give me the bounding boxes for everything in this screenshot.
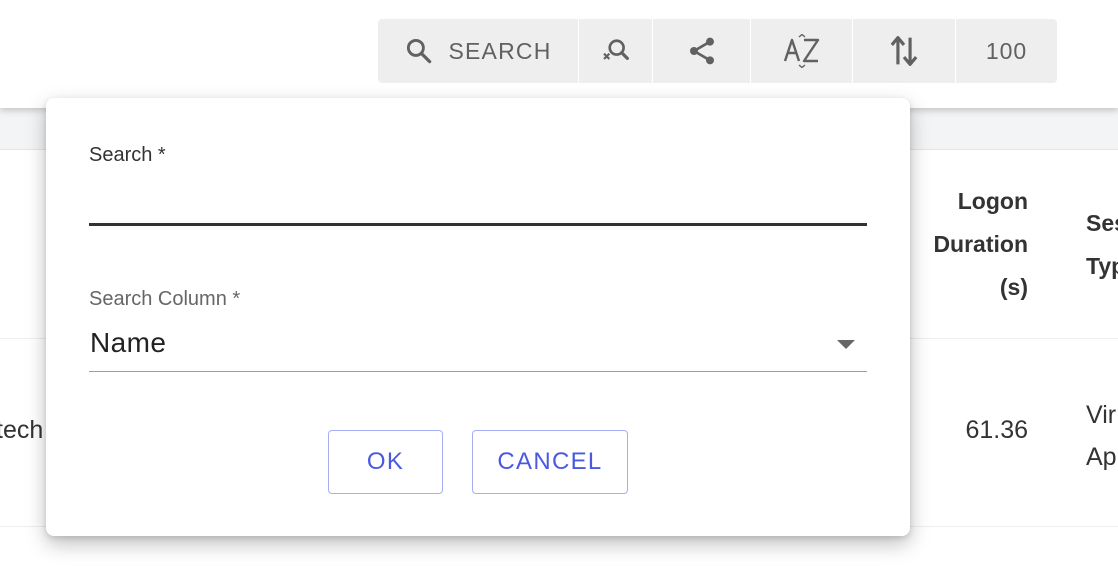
dropdown-arrow-icon bbox=[837, 340, 855, 349]
clear-search-button[interactable] bbox=[579, 19, 653, 83]
sort-az-button[interactable] bbox=[751, 19, 853, 83]
page-size-button[interactable]: 100 bbox=[956, 19, 1057, 83]
cell-name: tech bbox=[0, 416, 44, 444]
header-line: Ses bbox=[1086, 210, 1118, 236]
share-button[interactable] bbox=[653, 19, 751, 83]
sort-az-icon bbox=[783, 34, 819, 68]
search-column-select[interactable]: Name bbox=[89, 322, 867, 372]
header-line: Typ bbox=[1086, 253, 1118, 279]
search-column-label: Search Column * bbox=[89, 288, 241, 310]
search-input[interactable] bbox=[89, 178, 867, 226]
search-column-value: Name bbox=[90, 327, 167, 358]
page-size-value: 100 bbox=[985, 37, 1028, 64]
cancel-button[interactable]: CANCEL bbox=[472, 430, 628, 494]
search-dialog: Search * Search Column * Name OK CANCEL bbox=[46, 98, 910, 536]
cell-line: Ap bbox=[1086, 443, 1117, 471]
toolbar: SEARCH 100 bbox=[378, 19, 1057, 83]
share-icon bbox=[689, 37, 714, 65]
cell-session-type: Vir Ap bbox=[1086, 394, 1117, 478]
search-button-label: SEARCH bbox=[448, 37, 552, 64]
page: Logon Duration (s) Ses Typ tech 61.36 Vi… bbox=[0, 0, 1118, 580]
search-icon bbox=[407, 38, 432, 64]
ok-button[interactable]: OK bbox=[328, 430, 443, 494]
cell-line: Vir bbox=[1086, 401, 1117, 429]
search-field-label: Search * bbox=[89, 144, 166, 166]
column-header-session-type[interactable]: Ses Typ bbox=[1086, 202, 1118, 288]
search-clear-icon bbox=[602, 39, 629, 60]
top-bar: SEARCH 100 bbox=[0, 0, 1118, 108]
sort-icon bbox=[890, 36, 918, 66]
sort-button[interactable] bbox=[853, 19, 956, 83]
search-button[interactable]: SEARCH bbox=[378, 19, 579, 83]
cell-logon-duration: 61.36 bbox=[965, 416, 1028, 444]
